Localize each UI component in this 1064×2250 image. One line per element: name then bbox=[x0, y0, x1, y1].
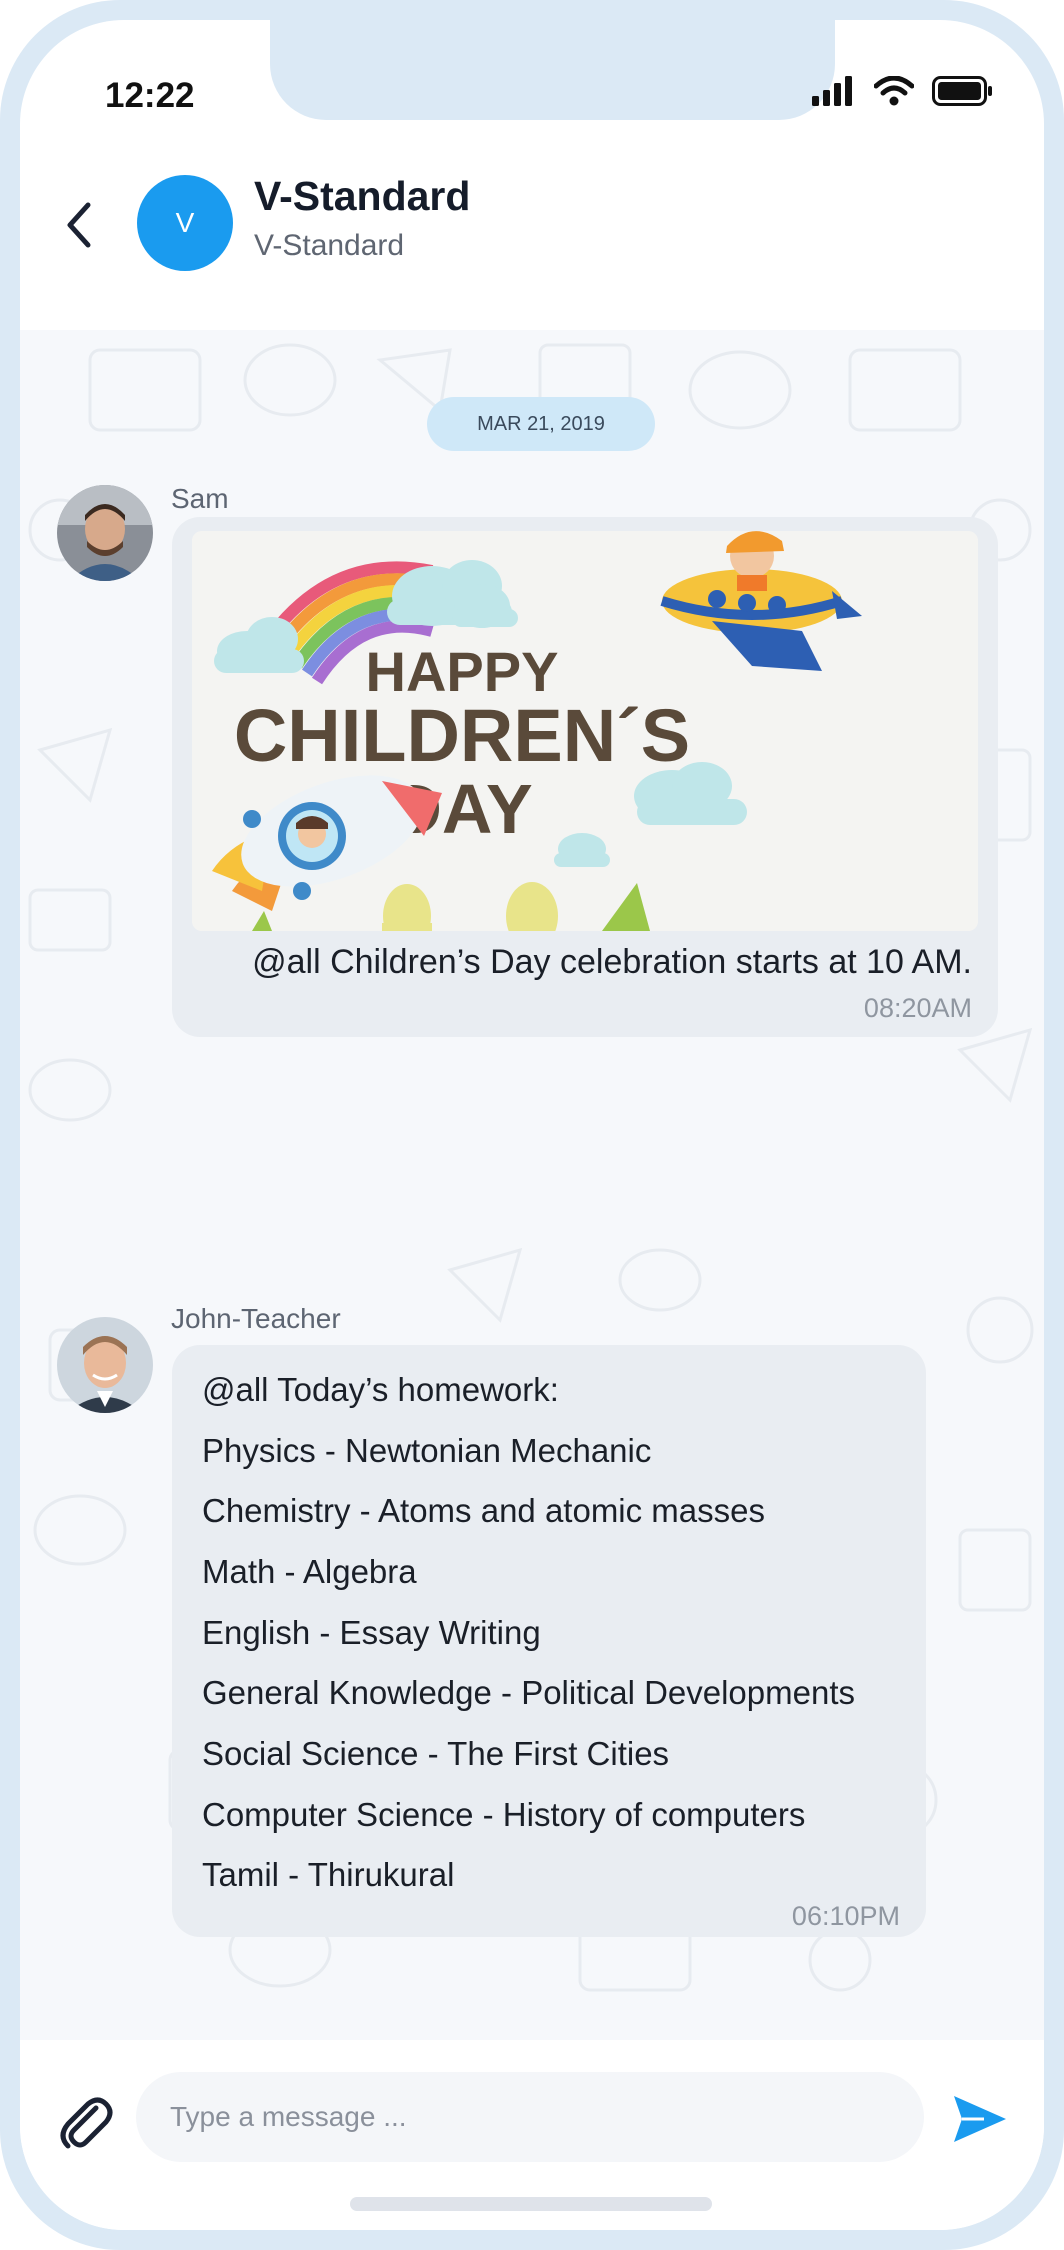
message-time: 06:10PM bbox=[791, 1901, 900, 1931]
chat-header: V V-Standard V-Standard bbox=[20, 145, 1044, 330]
send-button[interactable] bbox=[950, 2092, 1010, 2146]
device-notch bbox=[270, 20, 835, 120]
message-input[interactable] bbox=[136, 2072, 924, 2162]
signal-icon bbox=[812, 76, 856, 111]
message-line: Physics - Newtonian Mechanic bbox=[202, 1432, 652, 1469]
group-avatar[interactable]: V bbox=[137, 175, 233, 271]
send-icon bbox=[954, 2096, 1006, 2142]
message-line: Chemistry - Atoms and atomic masses bbox=[202, 1492, 765, 1529]
message-image[interactable]: HAPPY CHILDREN´S DAY bbox=[192, 531, 978, 931]
message-line: Computer Science - History of computers bbox=[202, 1796, 806, 1833]
john-avatar-photo bbox=[57, 1317, 153, 1413]
sender-name: Sam bbox=[171, 483, 229, 514]
chat-title: V-Standard bbox=[254, 173, 471, 219]
sender-name: John-Teacher bbox=[171, 1303, 341, 1334]
message-time: 08:20AM bbox=[863, 993, 972, 1023]
paperclip-icon bbox=[60, 2097, 113, 2149]
screen: 12:22 V V-Standard V-Standard MAR 21, 20… bbox=[20, 20, 1044, 2230]
message-line: General Knowledge - Political Developmen… bbox=[202, 1674, 856, 1711]
chat-subtitle: V-Standard bbox=[254, 229, 405, 262]
status-time: 12:22 bbox=[105, 76, 195, 115]
back-button[interactable] bbox=[56, 195, 106, 255]
image-text-childrens: CHILDREN´S bbox=[234, 694, 690, 777]
attach-button[interactable] bbox=[54, 2090, 114, 2152]
sam-avatar-photo bbox=[57, 485, 153, 581]
chevron-left-icon bbox=[67, 202, 91, 248]
phone-frame: 12:22 V V-Standard V-Standard MAR 21, 20… bbox=[0, 0, 1064, 2250]
message-caption: @all Children’s Day celebration starts a… bbox=[252, 943, 972, 981]
wifi-icon bbox=[873, 75, 915, 111]
childrens-day-illustration: HAPPY CHILDREN´S DAY bbox=[192, 531, 978, 931]
message-line: @all Today’s homework: bbox=[202, 1371, 559, 1408]
text-message-bubble[interactable]: @all Today’s homework: Physics - Newtoni… bbox=[172, 1345, 926, 1937]
image-message-bubble[interactable]: HAPPY CHILDREN´S DAY @all Children’s Day… bbox=[172, 517, 998, 1037]
composer-bar bbox=[20, 2040, 1044, 2230]
message-line: Social Science - The First Cities bbox=[202, 1735, 670, 1772]
avatar[interactable] bbox=[57, 485, 153, 581]
status-icons bbox=[812, 75, 994, 111]
avatar[interactable] bbox=[57, 1317, 153, 1413]
battery-icon bbox=[932, 76, 994, 111]
message-line: English - Essay Writing bbox=[202, 1614, 541, 1651]
message-line: Math - Algebra bbox=[202, 1553, 417, 1590]
message-line: Tamil - Thirukural bbox=[202, 1856, 455, 1893]
message-list[interactable]: MAR 21, 2019 Sam HAPPY CHILDREN´S DAY @a… bbox=[20, 330, 1044, 2040]
date-separator: MAR 21, 2019 bbox=[427, 397, 655, 451]
home-indicator bbox=[350, 2197, 712, 2211]
